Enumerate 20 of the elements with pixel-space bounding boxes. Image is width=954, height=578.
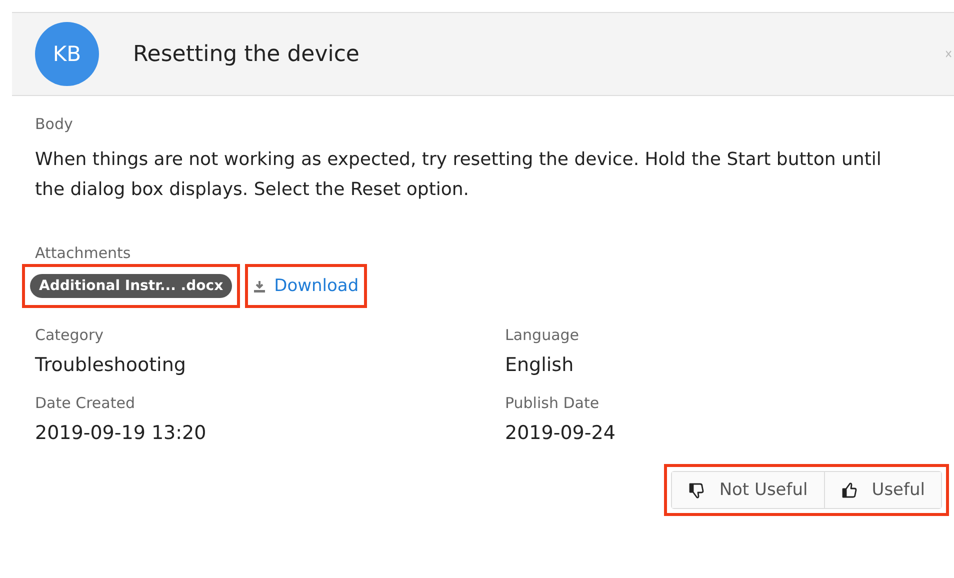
field-label: Attachments xyxy=(35,244,132,262)
close-icon[interactable] xyxy=(946,50,952,58)
body-text: When things are not working as expected, try resetting the device. Hold the Start button until the dialog box displays. Select the Reset option. xyxy=(35,148,882,202)
field-value: English xyxy=(505,354,575,376)
download-link[interactable]: Download xyxy=(253,276,359,296)
field-label: Category xyxy=(35,326,105,344)
useful-button[interactable]: Useful xyxy=(824,472,941,508)
attachment-chip[interactable]: Additional Instr... .docx xyxy=(30,274,232,298)
field-value: Troubleshooting xyxy=(35,354,187,376)
thumbs-down-icon xyxy=(688,482,706,498)
field-value: 2019-09-19 13:20 xyxy=(35,422,208,444)
field-label: Date Created xyxy=(35,394,136,412)
field-label: Language xyxy=(505,326,580,344)
download-icon xyxy=(253,280,266,292)
avatar: KB xyxy=(35,22,99,86)
field-label: Body xyxy=(35,115,74,133)
thumbs-up-icon xyxy=(840,482,858,498)
field-label: Publish Date xyxy=(505,394,600,412)
article-title: Resetting the device xyxy=(133,42,360,66)
field-value: 2019-09-24 xyxy=(505,422,616,444)
